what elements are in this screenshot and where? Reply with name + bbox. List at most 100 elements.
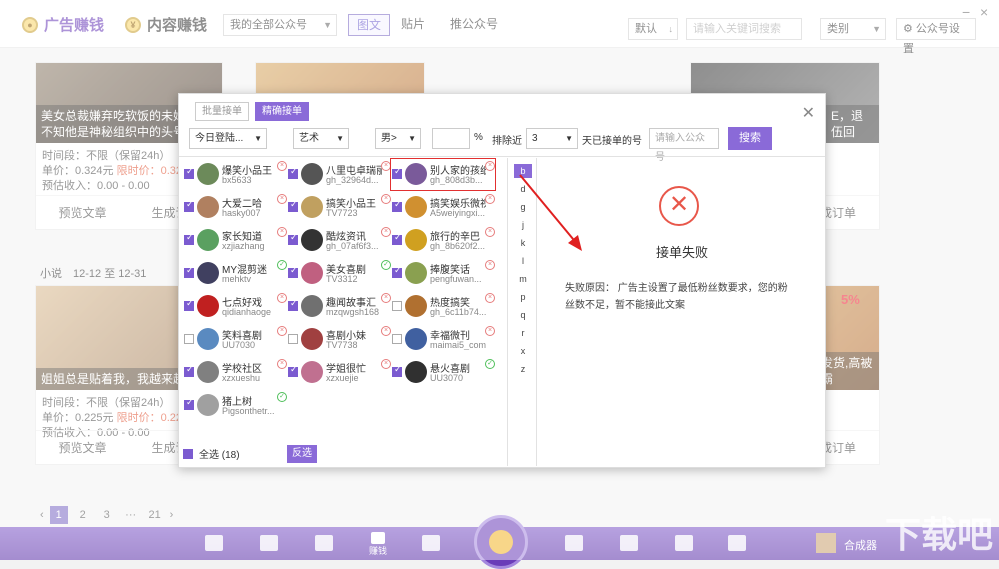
checkbox[interactable] xyxy=(392,166,402,179)
account-item[interactable]: 学校社区xzxueshu× xyxy=(183,357,287,388)
status-fail-icon: × xyxy=(277,161,287,171)
chevron-down-icon: ▼ xyxy=(336,134,344,143)
status-fail-icon: × xyxy=(277,359,287,369)
account-item[interactable]: 旅行的辛巴gh_8b620f2...× xyxy=(391,225,495,256)
checkbox[interactable] xyxy=(288,232,298,245)
account-item[interactable]: 捧腹笑话pengfuwan...× xyxy=(391,258,495,289)
account-item[interactable]: 家长知道xzjiazhang× xyxy=(183,225,287,256)
account-item[interactable]: 酷炫资讯gh_07af6f3...× xyxy=(287,225,391,256)
search-button[interactable]: 搜索 xyxy=(728,127,772,150)
account-item[interactable]: 搞笑小品王TV7723× xyxy=(287,192,391,223)
account-item[interactable]: MY混剪迷mehktv✓ xyxy=(183,258,287,289)
status-fail-icon: × xyxy=(485,161,495,171)
account-item[interactable]: 悬火喜剧UU3070✓ xyxy=(391,357,495,388)
avatar xyxy=(197,196,219,218)
checkbox[interactable] xyxy=(184,265,194,278)
checkbox[interactable] xyxy=(392,364,402,377)
status-fail-icon: × xyxy=(277,326,287,336)
letter-index-item[interactable]: p xyxy=(514,290,532,304)
checkbox[interactable] xyxy=(392,199,402,212)
avatar xyxy=(197,229,219,251)
account-item[interactable]: 喜剧小妹 TV7738 × xyxy=(287,324,391,355)
checkbox[interactable] xyxy=(288,334,298,344)
account-item[interactable]: 八里屯卓瑞丽gh_32964d...× xyxy=(287,159,391,190)
status-fail-icon: × xyxy=(277,227,287,237)
account-id: gh_6c11b74... xyxy=(430,307,487,317)
select-all-checkbox[interactable]: 全选 (18) xyxy=(183,446,240,461)
fail-reason: 失败原因： 广告主设置了最低粉丝数要求，您的粉丝数不足，暂不能接此文案 xyxy=(565,283,788,311)
account-id: UU7030 xyxy=(222,340,256,350)
checkbox[interactable] xyxy=(392,334,402,344)
account-item[interactable]: 趣闻故事汇mzqwgsh168× xyxy=(287,291,391,322)
checkbox[interactable] xyxy=(288,199,298,212)
tab-precise-order[interactable]: 精确接单 xyxy=(255,102,309,121)
letter-index-item[interactable]: l xyxy=(514,254,532,268)
checkbox[interactable] xyxy=(184,232,194,245)
checkbox[interactable] xyxy=(288,265,298,278)
gender-filter-select[interactable]: 男> ▼ xyxy=(375,128,421,149)
account-item[interactable]: 搞笑娱乐微视A5weiyingxi...× xyxy=(391,192,495,223)
checkbox[interactable] xyxy=(288,166,298,179)
checkbox[interactable] xyxy=(184,199,194,212)
exclude-days-value: 3 xyxy=(532,133,538,144)
account-item[interactable]: 热度搞笑 gh_6c11b74... × xyxy=(391,291,495,322)
checkbox[interactable] xyxy=(184,334,194,344)
exclude-days-select[interactable]: 3 ▼ xyxy=(526,128,578,149)
chevron-down-icon: ▼ xyxy=(254,134,262,143)
account-id: gh_8b620f2... xyxy=(430,241,486,251)
letter-index-item[interactable]: r xyxy=(514,326,532,340)
checkbox[interactable] xyxy=(392,232,402,245)
account-item[interactable]: 猪上树Pigsonthetr...✓ xyxy=(183,390,287,421)
avatar xyxy=(405,328,427,350)
status-fail-icon: × xyxy=(277,293,287,303)
account-item[interactable]: 美女喜剧TV3312✓ xyxy=(287,258,391,289)
letter-index-item[interactable]: m xyxy=(514,272,532,286)
checkbox[interactable] xyxy=(392,301,402,311)
letter-index-item[interactable]: z xyxy=(514,362,532,376)
account-item[interactable]: 幸福微刊 maimai5_com × xyxy=(391,324,495,355)
avatar xyxy=(197,163,219,185)
close-icon[interactable]: ✕ xyxy=(802,103,815,123)
checkbox[interactable] xyxy=(184,397,194,410)
watermark: 下载吧 xyxy=(884,515,993,556)
checkbox[interactable] xyxy=(392,265,402,278)
account-item[interactable]: 别人家的孩纸gh_808d3b...× xyxy=(390,158,496,191)
status-fail-icon: × xyxy=(485,293,495,303)
status-fail-icon: × xyxy=(381,359,391,369)
letter-index-item[interactable]: q xyxy=(514,308,532,322)
invert-selection-button[interactable]: 反选 xyxy=(287,445,317,463)
tab-batch-order[interactable]: 批量接单 xyxy=(195,102,249,121)
category-filter-value: 艺术 xyxy=(299,133,319,144)
checkbox[interactable] xyxy=(184,364,194,377)
status-fail-icon: × xyxy=(381,326,391,336)
account-item[interactable]: 笑料喜剧 UU7030 × xyxy=(183,324,287,355)
account-id: xzxueshu xyxy=(222,373,261,383)
status-ok-icon: ✓ xyxy=(485,359,495,369)
account-id: hasky007 xyxy=(222,208,261,218)
account-search-input[interactable]: 请输入公众号 xyxy=(649,128,719,163)
avatar xyxy=(301,328,323,350)
account-id: gh_32964d... xyxy=(326,175,379,185)
account-id: mehktv xyxy=(222,274,252,284)
category-filter-select[interactable]: 艺术 ▼ xyxy=(293,128,349,149)
checkbox[interactable] xyxy=(288,364,298,377)
account-id: mzqwgsh168 xyxy=(326,307,380,317)
checkbox[interactable] xyxy=(184,298,194,311)
avatar xyxy=(405,229,427,251)
percent-input[interactable] xyxy=(432,128,470,149)
account-item[interactable]: 大爱二哈hasky007× xyxy=(183,192,287,223)
checkbox[interactable] xyxy=(184,166,194,179)
account-id: bx5633 xyxy=(222,175,252,185)
account-item[interactable]: 七点好戏qidianhaoge× xyxy=(183,291,287,322)
account-item[interactable]: 爆笑小品王bx5633× xyxy=(183,159,287,190)
account-id: TV7723 xyxy=(326,208,358,218)
account-item[interactable]: 学姐很忙xzxuejie× xyxy=(287,357,391,388)
avatar xyxy=(197,295,219,317)
avatar xyxy=(197,328,219,350)
status-fail-icon: × xyxy=(485,326,495,336)
letter-index-item[interactable]: x xyxy=(514,344,532,358)
status-ok-icon: ✓ xyxy=(381,260,391,270)
checkbox[interactable] xyxy=(288,298,298,311)
login-filter-select[interactable]: 今日登陆... ▼ xyxy=(189,128,267,149)
chevron-down-icon: ▼ xyxy=(408,134,416,143)
